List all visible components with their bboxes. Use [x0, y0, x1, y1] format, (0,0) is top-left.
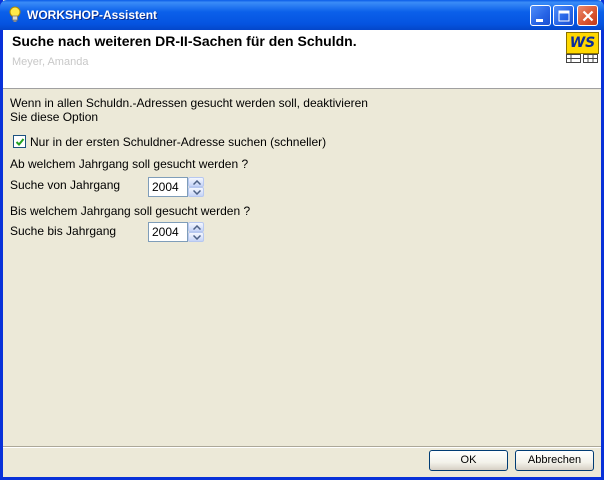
arrow-down-icon — [193, 190, 201, 195]
minimize-button[interactable] — [530, 5, 551, 26]
minimize-icon — [536, 19, 543, 22]
arrow-down-icon — [193, 235, 201, 240]
first-address-checkbox-label[interactable]: Nur in der ersten Schuldner-Adresse such… — [30, 135, 326, 149]
wizard-window: WORKSHOP-Assistent Suche nach weiteren D… — [0, 0, 604, 480]
to-year-down-button[interactable] — [188, 232, 204, 242]
header-panel: Suche nach weiteren DR-II-Sachen für den… — [3, 30, 601, 89]
lightbulb-icon — [7, 6, 23, 24]
close-icon — [582, 10, 594, 22]
intro-text-line1: Wenn in allen Schuldn.-Adressen gesucht … — [10, 96, 368, 110]
page-title: Suche nach weiteren DR-II-Sachen für den… — [12, 33, 357, 49]
from-year-stepper[interactable] — [188, 177, 204, 197]
cancel-button[interactable]: Abbrechen — [515, 450, 594, 471]
from-year-label: Suche von Jahrgang — [10, 178, 121, 192]
checkmark-icon — [15, 138, 25, 146]
to-year-label: Suche bis Jahrgang — [10, 224, 117, 238]
first-address-checkbox[interactable] — [13, 135, 26, 148]
page-subtitle: Meyer, Amanda — [12, 56, 89, 68]
arrow-up-icon — [193, 180, 201, 185]
table-icon — [566, 54, 598, 63]
from-year-question: Ab welchem Jahrgang soll gesucht werden … — [10, 157, 249, 171]
to-year-question: Bis welchem Jahrgang soll gesucht werden… — [10, 204, 251, 218]
ws-logo: WS — [566, 32, 599, 54]
intro-text-line2: Sie diese Option — [10, 110, 99, 124]
to-year-input[interactable]: 2004 — [148, 222, 188, 242]
arrow-up-icon — [193, 225, 201, 230]
from-year-up-button[interactable] — [188, 177, 204, 187]
from-year-input[interactable]: 2004 — [148, 177, 188, 197]
from-year-down-button[interactable] — [188, 187, 204, 197]
title-bar[interactable]: WORKSHOP-Assistent — [0, 0, 604, 30]
ok-button[interactable]: OK — [429, 450, 508, 471]
maximize-icon — [558, 10, 570, 22]
window-title: WORKSHOP-Assistent — [27, 8, 158, 22]
maximize-button[interactable] — [553, 5, 574, 26]
button-bar-divider — [3, 446, 601, 448]
to-year-up-button[interactable] — [188, 222, 204, 232]
close-button[interactable] — [577, 5, 598, 26]
to-year-stepper[interactable] — [188, 222, 204, 242]
